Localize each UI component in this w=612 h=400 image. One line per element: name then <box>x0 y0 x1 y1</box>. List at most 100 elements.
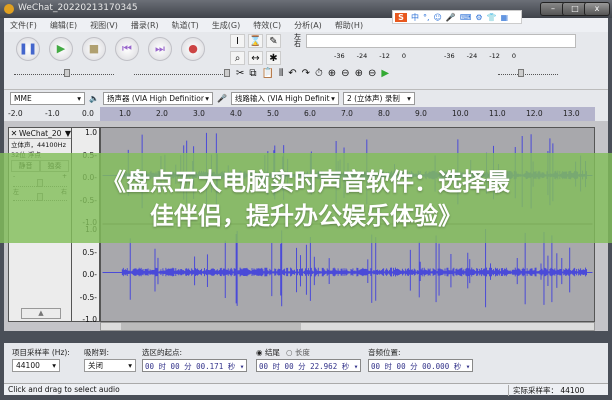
input-device-select[interactable]: 线路输入 (VIA High Definit ▾ <box>230 92 339 105</box>
ime-item-icon[interactable]: ⚙ <box>475 13 482 22</box>
ruler-tick: 13.0 <box>563 109 580 118</box>
menu-item[interactable]: 分析(A) <box>294 20 322 30</box>
toolbars: ❚❚ ▶ ■ ⏮ ⏭ ● I ⌛ ✎ ⌕ ↔ ✱ 左右 -36 -24 -12 0 -36 -24 -12 0 … <box>4 32 608 90</box>
amplitude-tick: -1.0 <box>82 315 97 324</box>
menu-item[interactable]: 生成(G) <box>212 20 240 30</box>
meter-lr: 左右 <box>294 34 304 48</box>
channels-value: 2 (立体声) 录制 <box>346 94 400 103</box>
play-button[interactable]: ▶ <box>49 37 73 61</box>
length-radio[interactable]: ○ 长度 <box>286 347 310 358</box>
selection-start-field[interactable]: 00 时 00 分 00.171 秒 ▾ <box>142 359 248 372</box>
skip-end-button[interactable]: ⏭ <box>148 37 172 61</box>
channels-select[interactable]: 2 (立体声) 录制 ▾ <box>342 92 415 105</box>
stop-icon: ■ <box>88 42 100 55</box>
track-name-menu[interactable]: WeChat_20 <box>19 129 65 138</box>
pause-button[interactable]: ❚❚ <box>16 37 40 61</box>
ime-item-icon[interactable]: 🎤 <box>446 13 456 22</box>
menu-item[interactable]: 播录(R) <box>131 20 159 30</box>
end-radio-label: 结尾 <box>264 348 280 357</box>
ruler-tick: 4.0 <box>230 109 242 118</box>
amplitude-tick: 0.0- <box>82 270 97 279</box>
close-track-icon[interactable]: ✕ <box>9 129 19 138</box>
meter-tick: -36 <box>444 52 455 60</box>
collapse-track-button[interactable]: ▲ <box>21 308 61 319</box>
meter-tick: -24 <box>466 52 478 60</box>
input-meter-scale: -36 -24 -12 0 <box>444 52 516 60</box>
ime-item-icon[interactable]: ☺ <box>434 13 442 22</box>
play-speed-slider[interactable] <box>498 69 558 77</box>
host-select[interactable]: MME ▾ <box>10 92 85 105</box>
meter-tick: 0 <box>511 52 517 60</box>
selection-toolbar: 项目采样率 (Hz): 44100 ▾ 吸附到: 关闭 ▾ 选区的起点: 00 时 … <box>4 343 608 383</box>
ime-toolbar[interactable]: S 中 °, ☺ 🎤 ⌨ ⚙ 👕 ▦ <box>392 10 522 24</box>
output-meter-scale: -36 -24 -12 0 <box>334 52 406 60</box>
menu-item[interactable]: 文件(F) <box>10 20 37 30</box>
edit-tool-icon[interactable]: ⊖ <box>341 68 349 79</box>
rate-label: 项目采样率 (Hz): <box>12 348 70 357</box>
ime-item-icon[interactable]: 中 <box>411 12 419 23</box>
menu-item[interactable]: 视图(V) <box>90 20 118 30</box>
edit-tool-icon[interactable]: ⊕ <box>355 68 363 79</box>
input-volume-slider[interactable] <box>134 69 230 77</box>
edit-tool-icon[interactable]: ↶ <box>288 68 296 79</box>
track-format: 立体声，44100Hz <box>11 141 66 149</box>
tool-button[interactable]: ✱ <box>266 51 281 65</box>
output-device-select[interactable]: 扬声器 (VIA High Definitior ▾ <box>102 92 213 105</box>
snap-value: 关闭 <box>88 361 103 370</box>
ime-item-icon[interactable]: ⌨ <box>460 13 472 22</box>
ime-item-icon[interactable]: 👕 <box>487 13 497 22</box>
ruler-tick: 7.0 <box>341 109 353 118</box>
menu-item[interactable]: 编辑(E) <box>50 20 77 30</box>
output-volume-slider[interactable] <box>14 69 114 77</box>
tool-button[interactable]: I <box>230 34 245 48</box>
edit-tool-icon[interactable]: ⏱ <box>315 68 323 79</box>
edit-tool-icon[interactable]: ⧉ <box>249 68 256 79</box>
menu-item[interactable]: 轨道(T) <box>172 20 199 30</box>
record-icon: ● <box>188 42 198 55</box>
pause-icon: ❚❚ <box>18 42 38 55</box>
tool-button[interactable]: ↔ <box>248 51 263 65</box>
tool-button[interactable]: ✎ <box>266 34 281 48</box>
output-meter[interactable] <box>306 34 576 48</box>
skip-start-button[interactable]: ⏮ <box>115 37 139 61</box>
scrollbar-thumb[interactable] <box>121 323 301 330</box>
horizontal-scrollbar[interactable] <box>100 322 595 331</box>
ruler-tick: 11.0 <box>489 109 506 118</box>
ruler-tick: -2.0 <box>8 109 23 118</box>
slider-thumb[interactable] <box>518 69 524 77</box>
slider-thumb[interactable] <box>224 69 230 77</box>
edit-tool-icon[interactable]: ⫴ <box>279 68 283 79</box>
meter-tick: -12 <box>379 52 390 60</box>
menu-item[interactable]: 特效(C) <box>253 20 281 30</box>
edit-tool-icon[interactable]: ↷ <box>302 68 310 79</box>
record-button[interactable]: ● <box>181 37 205 61</box>
audio-position-field[interactable]: 00 时 00 分 00.000 秒 ▾ <box>368 359 474 372</box>
tool-button[interactable]: ⌕ <box>230 51 245 65</box>
ruler-tick: 0.0 <box>82 109 94 118</box>
selection-end-field[interactable]: 00 时 00 分 22.962 秒 ▾ <box>256 359 362 372</box>
ruler-tick: 12.0 <box>526 109 543 118</box>
meter-tick: -36 <box>334 52 345 60</box>
edit-tool-icon[interactable]: ▶ <box>381 68 389 79</box>
tools-toolbar: I ⌛ ✎ ⌕ ↔ ✱ <box>230 34 281 65</box>
stop-button[interactable]: ■ <box>82 37 106 61</box>
edit-tool-icon[interactable]: ✂ <box>236 68 244 79</box>
edit-tool-icon[interactable]: 📋 <box>262 68 274 79</box>
slider-thumb[interactable] <box>64 69 70 77</box>
dropdown-arrow-icon[interactable]: ▼ <box>65 129 71 138</box>
ime-item-icon[interactable]: ▦ <box>501 13 509 22</box>
edit-tool-icon[interactable]: ⊖ <box>368 68 376 79</box>
menu-item[interactable]: 帮助(H) <box>335 20 363 30</box>
ime-item-icon[interactable]: °, <box>423 13 430 22</box>
output-device-value: 扬声器 (VIA High Definitior <box>106 94 204 103</box>
play-icon: ▶ <box>56 42 66 55</box>
project-rate-select[interactable]: 44100 ▾ <box>12 359 60 372</box>
end-value: 00 时 00 分 22.962 秒 <box>259 362 350 371</box>
tool-button[interactable]: ⌛ <box>248 34 263 48</box>
edit-tool-icon[interactable]: ⊕ <box>328 68 336 79</box>
dropdown-arrow-icon: ▾ <box>77 94 81 103</box>
close-button[interactable]: x <box>584 2 610 16</box>
snap-select[interactable]: 关闭 ▾ <box>84 359 136 372</box>
end-radio[interactable]: ◉ 结尾 <box>256 347 280 358</box>
meter-right-label: 右 <box>294 40 301 48</box>
